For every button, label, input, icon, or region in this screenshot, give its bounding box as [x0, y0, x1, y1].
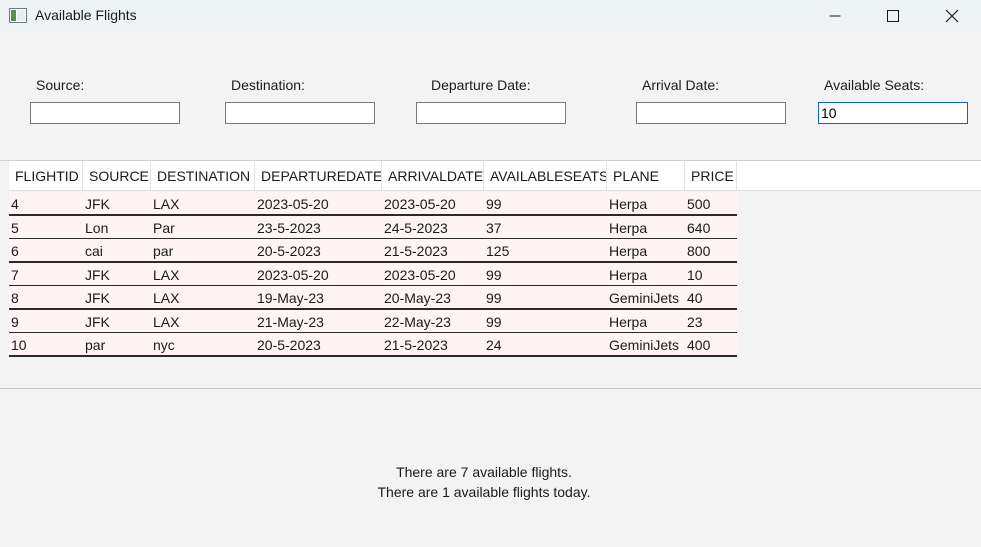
available-seats-label: Available Seats:	[824, 77, 925, 93]
cell-price[interactable]: 640	[685, 216, 737, 238]
cell-flightid[interactable]: 10	[9, 333, 83, 355]
cell-price[interactable]: 10	[685, 263, 737, 285]
departure-date-label: Departure Date:	[431, 77, 531, 93]
cell-arrivaldate[interactable]: 2023-05-20	[382, 192, 484, 214]
column-header-plane[interactable]: PLANE	[607, 161, 685, 191]
cell-arrivaldate[interactable]: 21-5-2023	[382, 239, 484, 261]
cell-source[interactable]: JFK	[83, 263, 151, 285]
close-icon	[945, 9, 959, 23]
cell-price[interactable]: 23	[685, 310, 737, 332]
cell-price[interactable]: 800	[685, 239, 737, 261]
cell-arrivaldate[interactable]: 20-May-23	[382, 286, 484, 308]
column-header-availableseats[interactable]: AVAILABLESEATS	[484, 161, 607, 191]
cell-flightid[interactable]: 8	[9, 286, 83, 308]
window-app-icon	[9, 8, 27, 23]
cell-destination[interactable]: LAX	[151, 263, 255, 285]
flights-grid[interactable]: FLIGHTID SOURCE DESTINATION DEPARTUREDATE AR…	[0, 160, 981, 389]
cell-plane[interactable]: Herpa	[607, 192, 685, 214]
available-seats-input[interactable]	[818, 102, 968, 124]
cell-arrivaldate[interactable]: 24-5-2023	[382, 216, 484, 238]
cell-arrivaldate[interactable]: 21-5-2023	[382, 333, 484, 355]
column-header-arrivaldate[interactable]: ARRIVALDATE	[382, 161, 484, 191]
window-title: Available Flights	[35, 7, 137, 23]
source-label: Source:	[36, 77, 85, 93]
cell-departuredate[interactable]: 20-5-2023	[255, 239, 382, 261]
arrival-date-input[interactable]	[636, 102, 786, 124]
cell-flightid[interactable]: 9	[9, 310, 83, 332]
cell-availableseats[interactable]: 99	[484, 310, 607, 332]
close-button[interactable]	[929, 0, 975, 32]
table-row[interactable]: 7 JFK LAX 2023-05-20 2023-05-20 99 Herpa 10	[9, 263, 737, 287]
table-row[interactable]: 4 JFK LAX 2023-05-20 2023-05-20 99 Herpa 500	[9, 192, 737, 216]
cell-destination[interactable]: LAX	[151, 286, 255, 308]
cell-flightid[interactable]: 4	[9, 192, 83, 214]
source-input[interactable]	[30, 102, 180, 124]
cell-source[interactable]: Lon	[83, 216, 151, 238]
table-row[interactable]: 10 par nyc 20-5-2023 21-5-2023 24 GeminiJets 40…	[9, 333, 737, 357]
destination-label: Destination:	[231, 77, 305, 93]
cell-departuredate[interactable]: 2023-05-20	[255, 263, 382, 285]
cell-departuredate[interactable]: 19-May-23	[255, 286, 382, 308]
cell-arrivaldate[interactable]: 22-May-23	[382, 310, 484, 332]
table-row[interactable]: 6 cai par 20-5-2023 21-5-2023 125 Herpa 800	[9, 239, 737, 263]
cell-availableseats[interactable]: 125	[484, 239, 607, 261]
table-row[interactable]: 9 JFK LAX 21-May-23 22-May-23 99 Herpa 23	[9, 310, 737, 334]
cell-availableseats[interactable]: 99	[484, 263, 607, 285]
arrival-date-label: Arrival Date:	[642, 77, 720, 93]
cell-source[interactable]: JFK	[83, 310, 151, 332]
maximize-icon	[887, 10, 899, 22]
cell-plane[interactable]: Herpa	[607, 216, 685, 238]
cell-destination[interactable]: par	[151, 239, 255, 261]
column-header-flightid[interactable]: FLIGHTID	[9, 161, 83, 191]
cell-price[interactable]: 40	[685, 286, 737, 308]
cell-departuredate[interactable]: 2023-05-20	[255, 192, 382, 214]
cell-plane[interactable]: Herpa	[607, 263, 685, 285]
column-header-departuredate[interactable]: DEPARTUREDATE	[255, 161, 382, 191]
cell-destination[interactable]: Par	[151, 216, 255, 238]
cell-plane[interactable]: Herpa	[607, 310, 685, 332]
cell-availableseats[interactable]: 37	[484, 216, 607, 238]
cell-plane[interactable]: GeminiJets	[607, 333, 685, 355]
table-row[interactable]: 8 JFK LAX 19-May-23 20-May-23 99 GeminiJets 40	[9, 286, 737, 310]
column-header-source[interactable]: SOURCE	[83, 161, 151, 191]
cell-source[interactable]: par	[83, 333, 151, 355]
cell-source[interactable]: cai	[83, 239, 151, 261]
cell-departuredate[interactable]: 20-5-2023	[255, 333, 382, 355]
cell-flightid[interactable]: 6	[9, 239, 83, 261]
cell-availableseats[interactable]: 24	[484, 333, 607, 355]
title-bar[interactable]: Available Flights	[0, 0, 981, 32]
cell-plane[interactable]: Herpa	[607, 239, 685, 261]
cell-price[interactable]: 400	[685, 333, 737, 355]
grid-header: FLIGHTID SOURCE DESTINATION DEPARTUREDATE AR…	[9, 161, 981, 191]
cell-price[interactable]: 500	[685, 192, 737, 214]
column-header-price[interactable]: PRICE	[685, 161, 737, 191]
cell-destination[interactable]: LAX	[151, 310, 255, 332]
cell-destination[interactable]: LAX	[151, 192, 255, 214]
minimize-icon	[829, 10, 841, 22]
cell-source[interactable]: JFK	[83, 286, 151, 308]
cell-availableseats[interactable]: 99	[484, 286, 607, 308]
cell-arrivaldate[interactable]: 2023-05-20	[382, 263, 484, 285]
minimize-button[interactable]	[812, 0, 858, 32]
cell-departuredate[interactable]: 21-May-23	[255, 310, 382, 332]
app-window: Available Flights Source: Destination: D…	[0, 0, 981, 547]
cell-flightid[interactable]: 7	[9, 263, 83, 285]
cell-departuredate[interactable]: 23-5-2023	[255, 216, 382, 238]
cell-destination[interactable]: nyc	[151, 333, 255, 355]
maximize-button[interactable]	[870, 0, 916, 32]
departure-date-input[interactable]	[416, 102, 566, 124]
today-flights-status: There are 1 available flights today.	[377, 484, 591, 500]
cell-source[interactable]: JFK	[83, 192, 151, 214]
cell-availableseats[interactable]: 99	[484, 192, 607, 214]
cell-flightid[interactable]: 5	[9, 216, 83, 238]
total-flights-status: There are 7 available flights.	[396, 464, 572, 480]
table-row[interactable]: 5 Lon Par 23-5-2023 24-5-2023 37 Herpa 640	[9, 216, 737, 240]
cell-plane[interactable]: GeminiJets	[607, 286, 685, 308]
destination-input[interactable]	[225, 102, 375, 124]
column-header-destination[interactable]: DESTINATION	[151, 161, 255, 191]
